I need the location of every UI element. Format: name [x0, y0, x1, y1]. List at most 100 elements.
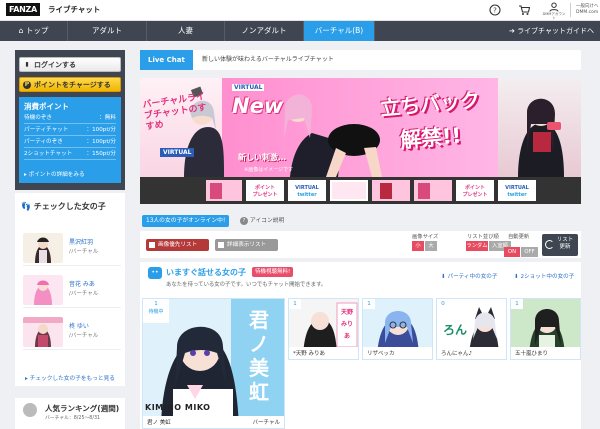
girl-name[interactable]: 君ノ 美虹	[147, 418, 171, 426]
chat-bubble-icon: ••	[148, 267, 162, 279]
points-label: 2ショットチャット	[24, 151, 73, 157]
cart-icon[interactable]	[518, 4, 530, 16]
account-label: DMMアカウント	[542, 12, 566, 20]
girl-name[interactable]: *天野 みりあ	[293, 349, 325, 357]
refresh-list-button[interactable]: リスト 更新	[542, 234, 578, 256]
tab-image-list[interactable]: 画像優先リスト	[146, 239, 209, 251]
size-small-button[interactable]: 小	[412, 241, 424, 251]
points-panel: 消費ポイント 待機のぞき ：無料 パーティチャット ：100pt/分 パーティのぞき…	[19, 97, 121, 183]
live-chat-badge: Live Chat	[140, 50, 193, 70]
section-title: いますぐ話せる女の子	[166, 268, 246, 277]
login-button[interactable]: ▮ ログインする	[19, 57, 121, 72]
party-girls-link[interactable]: ⬇ パーティ中の女の子	[441, 272, 497, 280]
card-brand: KIMINO MIKO	[145, 403, 211, 412]
checked-category: /バーチャル	[69, 249, 99, 255]
order-random-button[interactable]: ランダム	[466, 241, 488, 251]
available-girls-section: •• いますぐ話せる女の子 待機視聴無料! あなたを待っている女の子です。いつで…	[140, 262, 581, 429]
ranking-title[interactable]: 人気ランキング(週間)	[45, 403, 119, 414]
user-icon	[549, 2, 559, 12]
viewer-count-value: 1	[154, 301, 158, 307]
viewer-count: 1	[289, 299, 301, 309]
checked-item[interactable]: 黒沢紅羽 /バーチャル	[23, 233, 121, 266]
girl-name[interactable]: ろんにゃん♪	[441, 349, 472, 357]
girl-name[interactable]: リザベッカ	[367, 349, 395, 357]
points-row: パーティのぞき ：100pt/分	[24, 137, 116, 148]
svg-text:VIRTUAL: VIRTUAL	[295, 185, 320, 191]
live-chat-header: Live Chat 新しい体験が味わえるバーチャルライブチャット	[140, 50, 581, 70]
link-label: パーティ中の女の子	[447, 274, 498, 280]
girl-card[interactable]: 君 ノ 美 虹 KIMINO MIKO 1 待機中 君ノ 美虹 バーチャル	[142, 298, 285, 429]
checked-name[interactable]: 柊 ゆい	[69, 321, 89, 330]
list-order-label: リスト並び順	[467, 234, 499, 240]
nav-item-virtual[interactable]: バーチャル(B)	[304, 21, 375, 41]
account-button[interactable]: DMMアカウント	[541, 2, 567, 20]
promo-banner[interactable]: バーチャルライブチャットのすすめ VIRTUAL VIRTUAL New 立ちバ…	[140, 78, 581, 177]
points-label: パーティチャット	[24, 127, 69, 133]
banner-headline-2: 解禁!!	[399, 123, 463, 153]
point-icon: P	[23, 81, 31, 89]
card-brand: ろん	[443, 323, 468, 337]
twoshot-girls-link[interactable]: ⬇ 2ショット中の女の子	[514, 272, 574, 280]
nav-item-top[interactable]: ⌂ トップ	[0, 21, 68, 41]
svg-text:虹: 虹	[249, 380, 269, 404]
free-watch-badge: 待機視聴無料!	[252, 267, 294, 277]
main-content: Live Chat 新しい体験が味わえるバーチャルライブチャット バーチャルライ…	[140, 50, 581, 429]
thumbnail	[23, 317, 63, 347]
general-site-link[interactable]: 一般向けへ DMM.com	[576, 4, 600, 15]
size-large-button[interactable]: 大	[425, 241, 437, 251]
dmm-label: DMM.com	[576, 9, 599, 15]
divider	[570, 3, 571, 17]
ranking-panel: 人気ランキング(週間) バーチャル：8/25〜8/31	[15, 398, 125, 429]
online-count-badge: 13人の女の子がオンライン中!	[142, 215, 230, 227]
icon-help-label: アイコン説明	[249, 218, 285, 224]
checked-girls-panel: 👣 チェックした女の子 黒沢紅羽 /バーチャル 音花 みあ /バーチャル 柊 ゆ…	[15, 193, 125, 386]
login-label: ログインする	[34, 61, 76, 69]
question-icon: ?	[240, 217, 248, 225]
icon-help-link[interactable]: ? アイコン説明	[240, 215, 284, 227]
svg-text:?: ?	[493, 7, 497, 15]
service-name[interactable]: ライブチャット	[48, 4, 100, 15]
ranking-subtitle: バーチャル：8/25〜8/31	[45, 416, 101, 421]
checked-item[interactable]: 柊 ゆい /バーチャル	[23, 317, 121, 350]
status-label: 待機中	[148, 309, 164, 315]
top-bar: FANZA ライブチャット ? DMMアカウント 一般向けへ DMM.com	[0, 0, 600, 21]
sidebar: ▮ ログインする P ポイントをチャージする 消費ポイント 待機のぞき ：無料 パーテ…	[15, 50, 125, 190]
svg-text:twitter: twitter	[507, 192, 527, 198]
charge-points-button[interactable]: P ポイントをチャージする	[19, 77, 121, 92]
points-label: 待機のぞき	[24, 115, 52, 121]
help-icon[interactable]: ?	[489, 4, 501, 16]
viewer-count: 1	[363, 299, 375, 309]
nav-item-wife[interactable]: 人妻	[147, 21, 225, 41]
girl-card[interactable]: 天野 みり あ 1 *天野 みりあ	[288, 298, 359, 360]
nav-item-adult[interactable]: アダルト	[68, 21, 147, 41]
girl-card[interactable]: 1 五十嵐ひまり	[510, 298, 581, 360]
checked-item[interactable]: 音花 みあ /バーチャル	[23, 275, 121, 308]
viewer-count: 1	[511, 299, 523, 309]
auto-off-button[interactable]: OFF	[521, 247, 538, 257]
checked-more-link[interactable]: ▸ チェックした女の子をもっと見る	[25, 373, 115, 382]
checked-title-label: チェックした女の子	[33, 202, 106, 211]
guide-link[interactable]: ➔ ライブチャットガイドへ	[509, 21, 594, 41]
svg-text:ポイント: ポイント	[255, 184, 275, 191]
girl-category: バーチャル	[252, 420, 280, 426]
guide-label: ライブチャットガイドへ	[517, 27, 594, 35]
fanza-logo[interactable]: FANZA	[6, 3, 40, 16]
list-icon	[218, 242, 224, 248]
refresh-icon	[545, 240, 554, 249]
viewer-count-value: 1	[293, 301, 297, 307]
promo-strip-art: ポイントプレゼント VIRTUALtwitter ポイントプレゼント VIRTU…	[206, 180, 536, 201]
points-detail-link[interactable]: ▸ ポイントの詳細をみる	[24, 170, 85, 178]
girl-card[interactable]: 1 リザベッカ	[362, 298, 433, 360]
promo-thumb-strip: ポイント プレゼント VIRTUAL twitter ポイント プレゼント VIRTU…	[140, 177, 581, 204]
checked-name[interactable]: 黒沢紅羽	[69, 237, 93, 246]
points-title: 消費ポイント	[24, 102, 69, 111]
nav-item-nonadult[interactable]: ノンアダルト	[225, 21, 304, 41]
girl-name[interactable]: 五十嵐ひまり	[515, 349, 548, 357]
checked-name[interactable]: 音花 みあ	[69, 279, 95, 288]
tab-detail-list[interactable]: 詳細表示リスト	[215, 239, 278, 251]
girl-card[interactable]: ろん 0 ろんにゃん♪	[436, 298, 507, 360]
auto-on-button[interactable]: ON	[504, 247, 520, 257]
points-value: ：100pt/分	[86, 139, 117, 145]
viewer-count-value: 0	[441, 301, 445, 307]
svg-text:美: 美	[249, 356, 270, 380]
